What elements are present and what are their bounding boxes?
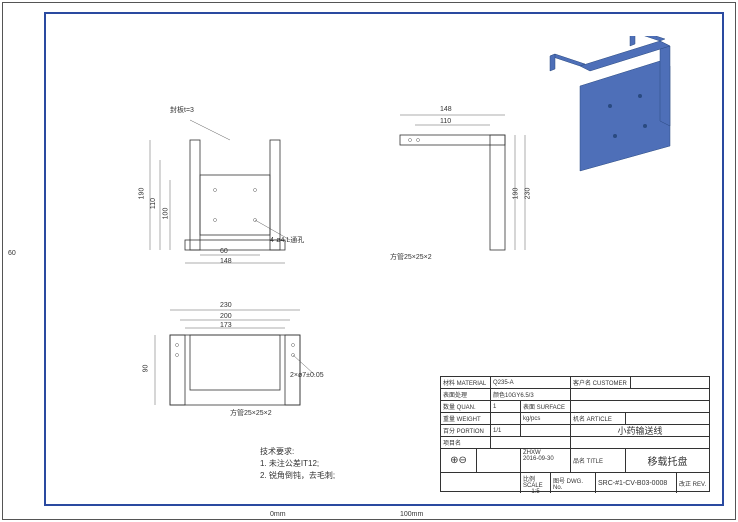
tb-surface-value: 颜色10GY6.5/3 (491, 389, 571, 400)
tb-date-value: 2016-09-30 (523, 456, 554, 462)
tb-proj-symbol: ⊕⊖ (441, 449, 477, 472)
side-view: 148 110 190 230 方管25×25×2 (360, 100, 550, 270)
plan-view: 230 200 173 90 2×ø7±0.05 方管25×25×2 (130, 300, 330, 440)
tb-weight-value: kg/pcs (521, 413, 571, 424)
tb-proj-label: 项目名 (441, 437, 491, 448)
plan-dim-w2: 200 (220, 313, 232, 320)
side-dim-wtop: 148 (440, 106, 452, 113)
tb-quan-value: 1 (491, 401, 521, 412)
tb-title-label: 品名 TITLE (571, 449, 626, 472)
tb-weight-label: 重量 WEIGHT (441, 413, 491, 424)
tech-req-2: 2. 锐角倒钝，去毛刺; (260, 470, 335, 481)
tb-article-label: 机名 ARTICLE (571, 413, 626, 424)
tb-surface-label: 表面处理 (441, 389, 491, 400)
front-dim-w2: 148 (220, 258, 232, 265)
tb-dwg-value: SRC-#1-CV-B03-0008 (596, 473, 677, 493)
tb-rev-label: 改正 REV. (677, 473, 709, 493)
side-dim-wtop2: 110 (440, 118, 451, 125)
plan-dim-w1: 230 (220, 302, 232, 309)
tb-scale-label: 比例 SCALE (523, 474, 548, 489)
front-label-top: 封板t=3 (170, 105, 194, 115)
front-dim-h2: 110 (150, 198, 157, 209)
tb-title-value: 移载托盘 (626, 449, 709, 472)
front-dim-w1: 60 (220, 248, 228, 255)
side-dim-h1: 230 (524, 188, 531, 200)
plan-note-right: 2×ø7±0.05 (290, 372, 324, 379)
plan-dim-h: 90 (142, 365, 149, 373)
tb-portion-value: 1/1 (491, 425, 521, 436)
tech-requirements: 技术要求: 1. 未注公差IT12; 2. 锐角倒钝，去毛刺; (260, 445, 335, 482)
title-block: 材料 MATERIAL Q235-A 客户名 CUSTOMER 表面处理 颜色1… (440, 376, 710, 492)
side-dim-h2: 190 (512, 188, 519, 200)
tb-process-label: 表面 SURFACE (521, 401, 571, 412)
tb-material-value: Q235-A (491, 377, 571, 388)
tb-dwg-label: 图号 DWG. No. (551, 473, 596, 493)
tb-customer-value (631, 377, 709, 388)
front-view: 封板t=3 190 110 100 60 148 4-ø4.L通孔 (130, 100, 310, 270)
plan-label-bottom: 方管25×25×2 (230, 408, 272, 418)
isometric-view (530, 36, 700, 186)
tech-req-1: 1. 未注公差IT12; (260, 458, 335, 469)
front-dim-h1: 190 (138, 188, 145, 200)
front-note-right: 4-ø4.L通孔 (270, 235, 304, 245)
ruler-left: 60 (8, 250, 16, 257)
ruler-bottom-100: 100mm (400, 511, 423, 518)
side-label-bottom: 方管25×25×2 (390, 252, 432, 262)
tb-quan-label: 数量 QUAN. (441, 401, 491, 412)
front-dim-h3: 100 (162, 208, 169, 220)
tb-scale-value: 1:5 (531, 489, 539, 493)
plan-dim-w3: 173 (220, 322, 232, 329)
tb-article-value: 小药输送线 (571, 425, 709, 436)
tb-material-label: 材料 MATERIAL (441, 377, 491, 388)
tb-portion-label: 百分 PORTION (441, 425, 491, 436)
tech-req-title: 技术要求: (260, 446, 335, 457)
tb-customer-label: 客户名 CUSTOMER (571, 377, 631, 388)
ruler-bottom-0: 0mm (270, 511, 286, 518)
